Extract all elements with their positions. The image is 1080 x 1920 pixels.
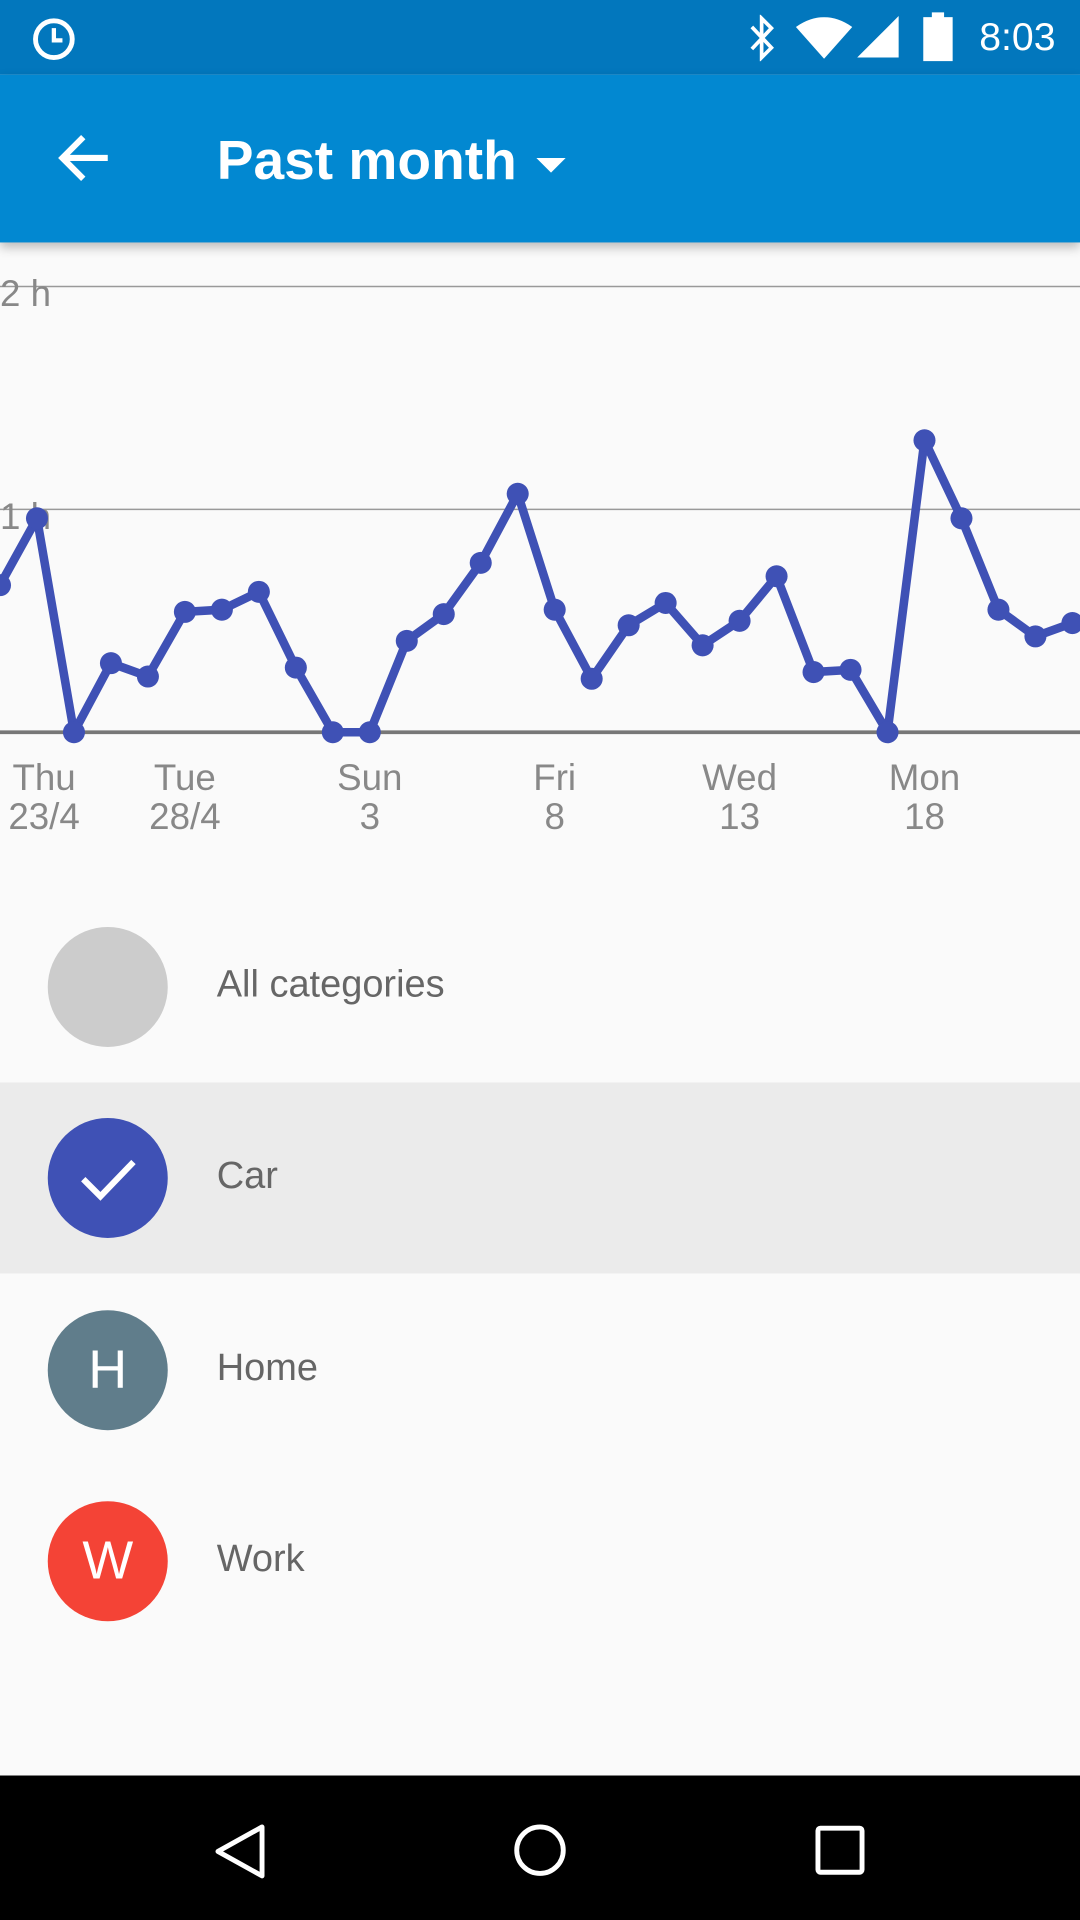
- data-point: [395, 629, 418, 652]
- navigation-bar: [0, 1775, 1080, 1920]
- x-tick-label: Fri: [533, 757, 576, 798]
- page-title: Past month: [216, 128, 517, 192]
- x-tick-label: Mon: [889, 757, 960, 798]
- battery-icon: [923, 12, 953, 62]
- category-label: All categories: [216, 962, 445, 1006]
- x-tick-label: Sun: [337, 757, 402, 798]
- data-point: [358, 721, 381, 744]
- data-point: [580, 667, 603, 690]
- data-point: [728, 609, 751, 632]
- home-nav-icon[interactable]: [512, 1822, 568, 1878]
- category-label: Home: [216, 1345, 319, 1389]
- data-point: [173, 600, 196, 623]
- category-avatar: [47, 1118, 168, 1239]
- data-point: [247, 580, 270, 603]
- usage-chart: 2 h1 hThu23/4Tue28/4Sun3Fri8Wed13Mon18: [0, 273, 1080, 837]
- x-tick-label: Thu: [12, 757, 75, 798]
- data-point: [62, 721, 85, 744]
- x-tick-label: 23/4: [8, 796, 79, 837]
- data-point: [691, 634, 714, 657]
- series-line: [0, 436, 1074, 737]
- data-point: [543, 598, 566, 621]
- dropdown-arrow-icon: [536, 157, 566, 173]
- category-avatar: W: [47, 1501, 168, 1622]
- data-point: [1024, 625, 1047, 648]
- x-tick-label: 3: [360, 796, 380, 837]
- clock: 8:03: [979, 14, 1056, 59]
- data-point: [506, 482, 529, 505]
- data-point: [99, 652, 122, 675]
- app-bar: Past month: [0, 74, 1080, 243]
- data-point: [25, 507, 49, 530]
- data-point: [284, 656, 307, 679]
- category-item[interactable]: W Work: [0, 1466, 1080, 1657]
- data-point: [876, 721, 899, 744]
- category-item[interactable]: H Home: [0, 1274, 1080, 1465]
- data-point: [0, 574, 12, 597]
- x-tick-label: 28/4: [149, 796, 220, 837]
- x-tick-label: Tue: [154, 757, 216, 798]
- x-tick-label: 8: [544, 796, 564, 837]
- category-label: Work: [216, 1536, 305, 1580]
- data-point: [432, 603, 455, 626]
- alarm-icon: [33, 18, 75, 61]
- data-point: [765, 565, 788, 588]
- arrow-back-icon[interactable]: [56, 133, 110, 182]
- check-icon: [81, 1160, 136, 1202]
- data-point: [987, 598, 1010, 621]
- category-label: Car: [216, 1153, 278, 1197]
- category-avatar: [47, 926, 168, 1047]
- category-item[interactable]: All categories: [0, 891, 1080, 1082]
- data-point: [802, 661, 825, 684]
- data-point: [321, 721, 344, 744]
- wifi-icon: [795, 17, 853, 59]
- data-point: [839, 658, 862, 681]
- data-point: [1061, 612, 1080, 635]
- status-bar: 8:03: [0, 0, 1080, 75]
- category-avatar: H: [47, 1309, 168, 1430]
- data-point: [617, 614, 640, 637]
- cell-signal-icon: [857, 15, 899, 58]
- data-point: [654, 591, 677, 615]
- data-point: [950, 507, 973, 530]
- data-point: [469, 551, 492, 574]
- y-tick-label: 2 h: [0, 273, 51, 314]
- data-point: [913, 429, 936, 452]
- bluetooth-icon: [750, 14, 774, 62]
- data-point: [136, 665, 159, 688]
- x-tick-label: Wed: [702, 757, 777, 798]
- data-point: [210, 598, 233, 621]
- x-tick-label: 18: [904, 796, 945, 837]
- back-nav-icon[interactable]: [211, 1822, 270, 1881]
- x-tick-label: 13: [719, 796, 760, 837]
- recents-nav-icon[interactable]: [814, 1824, 865, 1875]
- category-item[interactable]: Car: [0, 1082, 1080, 1274]
